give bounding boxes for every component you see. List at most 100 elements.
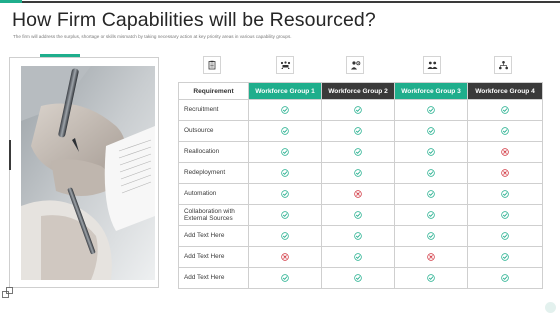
status-cell [321, 246, 395, 268]
check-icon [354, 164, 362, 181]
status-cell [248, 183, 322, 205]
status-cell [321, 225, 395, 247]
check-icon [354, 122, 362, 139]
check-icon [354, 143, 362, 160]
status-cell [394, 141, 468, 163]
top-rule [0, 0, 560, 3]
check-icon [427, 101, 435, 118]
status-cell [467, 246, 543, 268]
status-cell [394, 204, 468, 226]
photo-frame-side-bar [9, 140, 11, 170]
corner-squares-icon [2, 286, 14, 298]
header-workforce-group-2: Workforce Group 2 [321, 82, 395, 100]
slide-subtitle: The firm will address the surplus, short… [13, 34, 292, 39]
top-rule-line [22, 1, 560, 3]
header-workforce-group-4: Workforce Group 4 [467, 82, 543, 100]
status-cell [467, 225, 543, 247]
status-cell [321, 267, 395, 289]
table-row: Reallocation [178, 141, 543, 163]
status-cell [467, 162, 543, 184]
requirement-label: Redeployment [178, 162, 249, 184]
requirement-label: Outsource [178, 120, 249, 142]
photo-frame-accent [40, 54, 80, 57]
status-cell [394, 162, 468, 184]
status-cell [248, 141, 322, 163]
capabilities-table: Requirement Workforce Group 1 Workforce … [178, 82, 543, 289]
check-icon [281, 185, 289, 202]
status-cell [467, 204, 543, 226]
requirement-label: Add Text Here [178, 246, 249, 268]
table-row: Recruitment [178, 99, 543, 121]
status-cell [467, 141, 543, 163]
requirement-label: Collaboration with External Sources [178, 204, 249, 226]
header-requirement: Requirement [178, 82, 249, 100]
table-row: Redeployment [178, 162, 543, 184]
check-icon [501, 122, 509, 139]
check-icon [281, 122, 289, 139]
check-icon [281, 227, 289, 244]
status-cell [467, 120, 543, 142]
check-icon [427, 227, 435, 244]
check-icon [354, 206, 362, 223]
status-cell [394, 120, 468, 142]
requirement-label: Automation [178, 183, 249, 205]
status-cell [248, 246, 322, 268]
status-cell [467, 267, 543, 289]
check-icon [281, 101, 289, 118]
status-cell [394, 183, 468, 205]
status-cell [467, 99, 543, 121]
status-cell [248, 204, 322, 226]
requirement-label: Reallocation [178, 141, 249, 163]
check-icon [354, 101, 362, 118]
slide-title: How Firm Capabilities will be Resourced? [12, 9, 376, 31]
table-row: Add Text Here [178, 267, 543, 289]
status-cell [248, 99, 322, 121]
network-people-icon [494, 56, 512, 74]
status-cell [321, 162, 395, 184]
decorative-dot [545, 302, 556, 313]
status-cell [321, 204, 395, 226]
header-workforce-group-3: Workforce Group 3 [394, 82, 468, 100]
check-icon [501, 248, 509, 265]
cross-icon [354, 185, 362, 202]
clipboard-icon [203, 56, 221, 74]
check-icon [501, 101, 509, 118]
check-icon [281, 143, 289, 160]
check-icon [354, 269, 362, 286]
check-icon [281, 164, 289, 181]
status-cell [394, 99, 468, 121]
requirement-label: Add Text Here [178, 267, 249, 289]
table-row: Outsource [178, 120, 543, 142]
cross-icon [501, 164, 509, 181]
cross-icon [427, 248, 435, 265]
header-workforce-group-1: Workforce Group 1 [248, 82, 322, 100]
requirement-label: Add Text Here [178, 225, 249, 247]
status-cell [321, 141, 395, 163]
hand-with-pen-photo [21, 66, 155, 280]
table-row: Add Text Here [178, 246, 543, 268]
cross-icon [281, 248, 289, 265]
status-cell [394, 267, 468, 289]
check-icon [427, 122, 435, 139]
status-cell [248, 120, 322, 142]
check-icon [501, 185, 509, 202]
check-icon [427, 269, 435, 286]
cross-icon [501, 143, 509, 160]
check-icon [501, 206, 509, 223]
check-icon [354, 227, 362, 244]
check-icon [427, 143, 435, 160]
check-icon [281, 269, 289, 286]
status-cell [248, 225, 322, 247]
check-icon [281, 206, 289, 223]
status-cell [394, 225, 468, 247]
status-cell [394, 246, 468, 268]
top-rule-accent [0, 0, 22, 3]
status-cell [248, 267, 322, 289]
status-cell [467, 183, 543, 205]
check-icon [501, 269, 509, 286]
team-meeting-icon [276, 56, 294, 74]
status-cell [321, 120, 395, 142]
status-cell [321, 183, 395, 205]
table-row: Add Text Here [178, 225, 543, 247]
check-icon [427, 185, 435, 202]
